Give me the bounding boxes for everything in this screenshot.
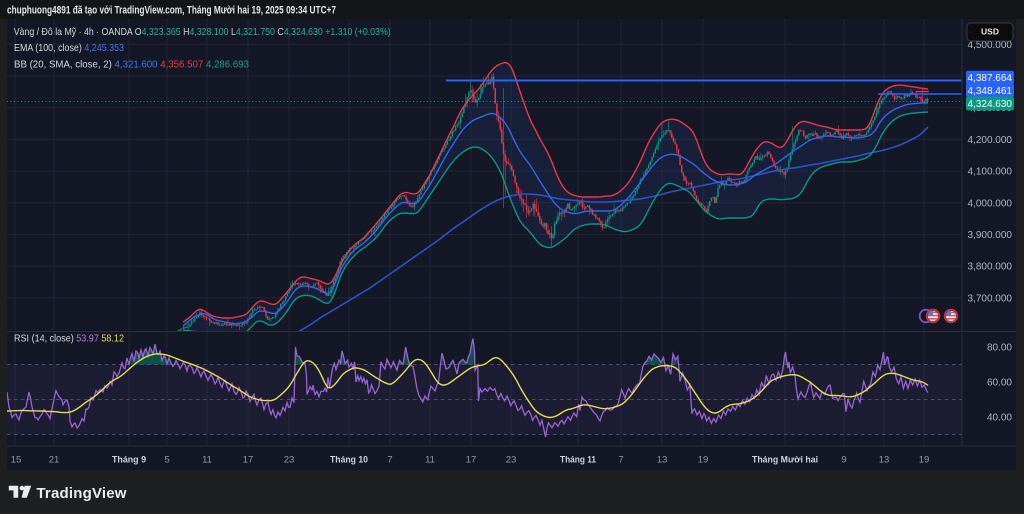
- svg-text:3,900.000: 3,900.000: [968, 230, 1013, 241]
- svg-text:3,700.000: 3,700.000: [968, 293, 1013, 304]
- svg-text:17: 17: [243, 455, 254, 466]
- svg-text:Tháng 11: Tháng 11: [560, 455, 597, 466]
- svg-text:4,100.000: 4,100.000: [968, 167, 1013, 178]
- svg-text:TradingView: TradingView: [36, 485, 126, 502]
- svg-text:21: 21: [49, 455, 60, 466]
- svg-text:13: 13: [879, 455, 890, 466]
- svg-text:4,200.000: 4,200.000: [968, 135, 1013, 146]
- svg-text:17: 17: [466, 455, 477, 466]
- svg-text:4,348.461: 4,348.461: [968, 86, 1013, 97]
- svg-text:60.00: 60.00: [987, 378, 1012, 389]
- svg-text:7: 7: [387, 455, 392, 466]
- svg-text:4,387.664: 4,387.664: [968, 73, 1013, 84]
- svg-text:EMA (100, close) 4,245.353: EMA (100, close) 4,245.353: [14, 42, 124, 54]
- svg-text:9: 9: [841, 455, 846, 466]
- svg-text:23: 23: [506, 455, 517, 466]
- svg-text:BB (20, SMA, close, 2) 4,321.6: BB (20, SMA, close, 2) 4,321.600 4,356.5…: [14, 59, 249, 71]
- svg-text:Vàng / Đô la Mỹ · 4h · OANDA: Vàng / Đô la Mỹ · 4h · OANDA O4,323.365 …: [14, 26, 391, 38]
- svg-text:4,000.000: 4,000.000: [968, 198, 1013, 209]
- svg-text:7: 7: [618, 455, 623, 466]
- svg-text:Tháng 10: Tháng 10: [330, 455, 368, 466]
- svg-text:13: 13: [657, 455, 668, 466]
- svg-text:11: 11: [425, 455, 435, 466]
- svg-text:Tháng 9: Tháng 9: [112, 455, 146, 466]
- svg-text:chuphuong4891 đã tạo với Tradi: chuphuong4891 đã tạo với TradingView.com…: [7, 5, 336, 17]
- svg-text:RSI (14, close) 53.97 58.12: RSI (14, close) 53.97 58.12: [14, 333, 124, 345]
- svg-text:40.00: 40.00: [987, 413, 1012, 424]
- svg-text:Tháng Mười hai: Tháng Mười hai: [752, 455, 818, 466]
- svg-text:3,800.000: 3,800.000: [968, 262, 1013, 273]
- svg-text:11: 11: [202, 455, 212, 466]
- svg-text:23: 23: [284, 455, 295, 466]
- svg-text:15: 15: [11, 455, 22, 466]
- svg-text:5: 5: [164, 455, 169, 466]
- svg-text:19: 19: [919, 455, 930, 466]
- svg-text:USD: USD: [981, 27, 999, 37]
- svg-text:80.00: 80.00: [987, 343, 1012, 354]
- svg-text:4,324.630: 4,324.630: [968, 99, 1013, 110]
- svg-text:19: 19: [698, 455, 709, 466]
